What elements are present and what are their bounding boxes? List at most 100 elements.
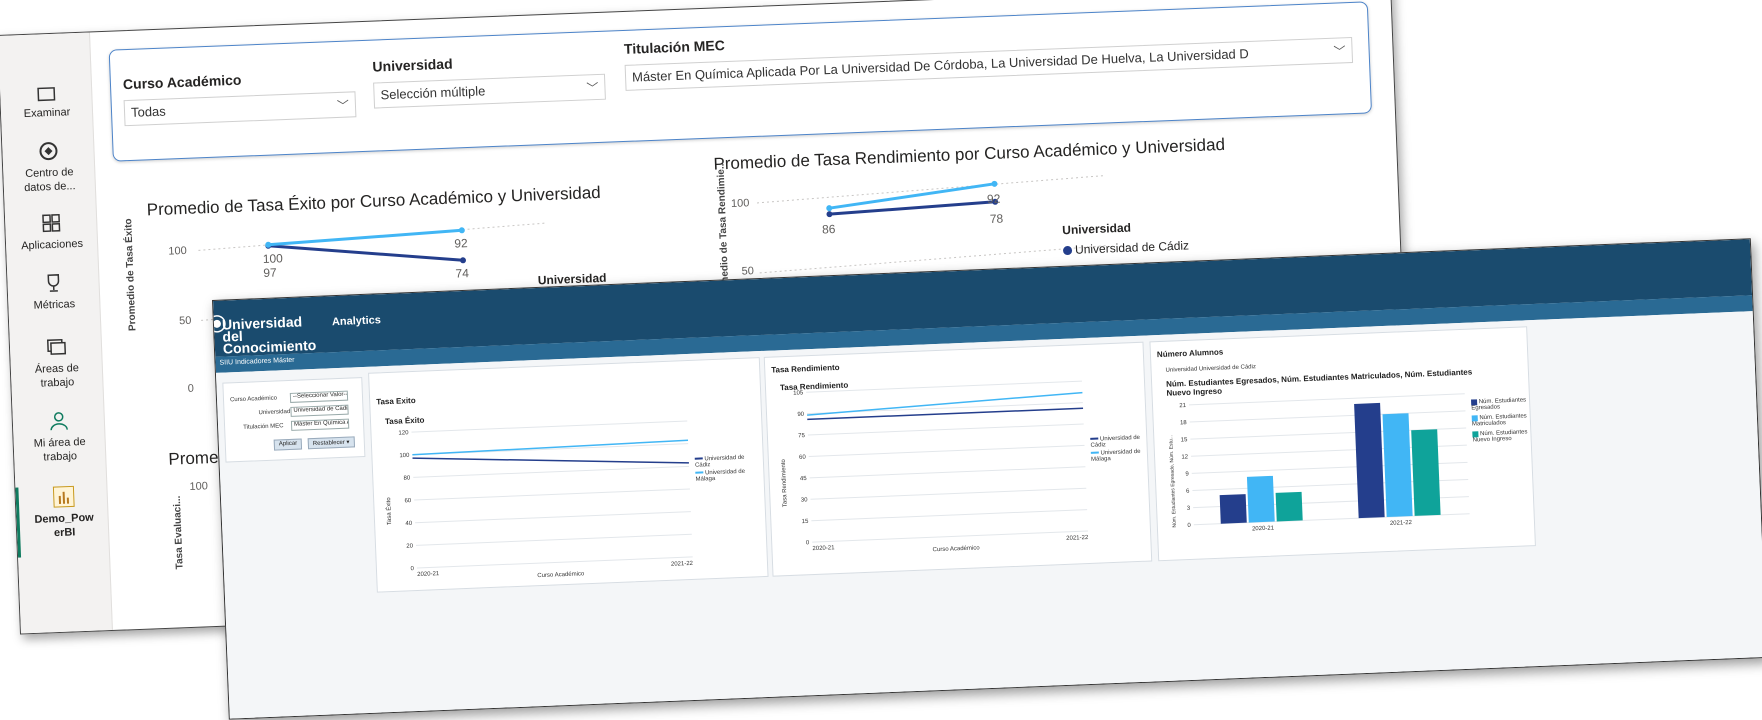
legend-label: Universidad de Cádiz bbox=[695, 455, 745, 469]
y-tick: 50 bbox=[741, 265, 754, 277]
y-tick: 60 bbox=[404, 498, 412, 504]
y-tick: 90 bbox=[797, 412, 805, 418]
alumnos-legend: Núm. Estudiantes Egresados Núm. Estudian… bbox=[1471, 397, 1529, 443]
gridline bbox=[1190, 411, 1466, 422]
y-tick: 0 bbox=[806, 540, 810, 546]
bar bbox=[1383, 413, 1413, 517]
gridline bbox=[809, 445, 1085, 456]
gridline bbox=[811, 510, 1087, 521]
y-tick: 100 bbox=[189, 480, 208, 493]
y-tick: 15 bbox=[802, 519, 810, 525]
y-tick: 100 bbox=[731, 197, 750, 210]
univ-prompt-label: Universidad bbox=[258, 409, 290, 416]
legend-item: Núm. Estudiantes Matriculados bbox=[1472, 413, 1528, 427]
data-label: 74 bbox=[455, 266, 469, 281]
y-tick: 18 bbox=[1180, 420, 1188, 426]
data-label: 92 bbox=[454, 236, 468, 251]
apply-button[interactable]: Aplicar bbox=[274, 439, 303, 451]
y-tick: 80 bbox=[404, 475, 412, 481]
legend-item: Universidad de Málaga bbox=[1091, 449, 1147, 463]
prompt-panel: Curso Académico --Seleccionar Valor-- Un… bbox=[222, 377, 365, 463]
legend-label: Universidad de Málaga bbox=[695, 469, 745, 483]
gridline bbox=[810, 467, 1086, 478]
legend-item: Universidad de Cádiz bbox=[695, 454, 761, 469]
x-tick: 2020-21 bbox=[1252, 526, 1275, 533]
legend-item: Universidad de Cádiz bbox=[1090, 435, 1146, 449]
gridline bbox=[812, 531, 1088, 542]
bar bbox=[1276, 492, 1303, 522]
series-line bbox=[412, 440, 688, 454]
legend-marker bbox=[695, 472, 703, 474]
univ-prompt-select[interactable]: Universidad de Cádi bbox=[290, 405, 348, 417]
y-tick: 21 bbox=[1179, 403, 1187, 409]
x-tick: 2020-21 bbox=[417, 571, 440, 578]
y-tick: 20 bbox=[406, 543, 414, 549]
gridline bbox=[417, 557, 693, 568]
gridline bbox=[810, 488, 1086, 499]
curso-prompt-label: Curso Académico bbox=[230, 395, 277, 403]
data-point bbox=[826, 211, 832, 217]
curso-prompt-select[interactable]: --Seleccionar Valor-- bbox=[290, 391, 348, 403]
y-tick: 30 bbox=[801, 497, 809, 503]
analytics-window: Universidad del Conocimiento Analytics S… bbox=[212, 238, 1762, 719]
y-tick: 0 bbox=[1187, 523, 1191, 529]
legend-title: Universidad bbox=[1062, 221, 1131, 238]
university-logo: Universidad del Conocimiento bbox=[222, 315, 323, 355]
legend-marker bbox=[1063, 246, 1072, 255]
numero-alumnos-panel: Número Alumnos Universidad Universidad d… bbox=[1149, 326, 1536, 561]
data-point bbox=[460, 257, 466, 263]
reset-button[interactable]: Restablecer ▾ bbox=[308, 436, 355, 449]
y-tick: 75 bbox=[798, 433, 806, 439]
data-label: 92 bbox=[987, 192, 1001, 207]
y-tick: 100 bbox=[399, 453, 410, 459]
tasa-exito-panel: Tasa Exito Tasa Éxito Tasa Éxito Curso A… bbox=[368, 357, 769, 593]
data-point bbox=[459, 227, 465, 233]
tit-prompt-label: Titulación MEC bbox=[243, 423, 284, 431]
legend-label: Núm. Estudiantes Matriculados bbox=[1472, 413, 1527, 427]
series-line bbox=[807, 408, 1083, 419]
legend-label: Núm. Estudiantes Egresados bbox=[1471, 397, 1526, 411]
legend-marker bbox=[1091, 452, 1099, 454]
tasa-rendimiento-panel: Tasa Rendimiento Tasa Rendimiento Tasa R… bbox=[764, 342, 1153, 577]
alumnos-bar-chart: 21 18 15 12 9 6 3 0 2020-21 2021-22 bbox=[1150, 327, 1537, 562]
data-label: 100 bbox=[263, 251, 284, 266]
gridline bbox=[414, 489, 690, 500]
bar bbox=[1220, 494, 1247, 524]
legend-label: Universidad de Málaga bbox=[1091, 449, 1141, 463]
legend-marker bbox=[1090, 438, 1098, 440]
series-line bbox=[413, 447, 689, 474]
legend-item: Núm. Estudiantes Egresados bbox=[1471, 397, 1527, 411]
legend-label: Núm. Estudiantes Nuevo Ingreso bbox=[1473, 429, 1528, 443]
tit-prompt-select[interactable]: Máster En Química A bbox=[291, 419, 349, 431]
y-tick: 12 bbox=[1181, 454, 1189, 460]
y-tick: 15 bbox=[1181, 437, 1189, 443]
dashboard-body: Curso Académico --Seleccionar Valor-- Un… bbox=[216, 311, 1762, 719]
gridline bbox=[806, 381, 1082, 392]
x-tick: 2020-21 bbox=[812, 545, 835, 552]
y-tick: 3 bbox=[1187, 506, 1191, 512]
y-tick: 120 bbox=[398, 430, 409, 436]
bar bbox=[1411, 429, 1440, 516]
gridline bbox=[415, 512, 691, 523]
gridline bbox=[416, 534, 692, 545]
y-tick: 60 bbox=[799, 455, 807, 461]
gridline bbox=[1189, 394, 1465, 405]
gridline bbox=[808, 424, 1084, 435]
data-point bbox=[826, 205, 832, 211]
x-tick: 2021-22 bbox=[671, 561, 694, 568]
exito-legend: Universidad de Cádiz Universidad de Mála… bbox=[695, 454, 762, 483]
gridline bbox=[756, 176, 1104, 203]
y-tick: 45 bbox=[800, 476, 808, 482]
x-tick: 2021-22 bbox=[1390, 520, 1413, 527]
data-point bbox=[991, 181, 997, 187]
data-label: 86 bbox=[822, 222, 836, 237]
y-tick: 105 bbox=[793, 390, 804, 396]
legend-label: Universidad de Cádiz bbox=[1090, 435, 1140, 449]
y-tick: 9 bbox=[1185, 471, 1189, 477]
gridline bbox=[411, 421, 687, 432]
y-tick: 40 bbox=[405, 521, 413, 527]
y-tick: 6 bbox=[1186, 489, 1190, 495]
data-label: 78 bbox=[990, 212, 1004, 227]
rend-legend: Universidad de Cádiz Universidad de Mála… bbox=[1090, 435, 1147, 463]
legend-marker bbox=[695, 458, 703, 460]
